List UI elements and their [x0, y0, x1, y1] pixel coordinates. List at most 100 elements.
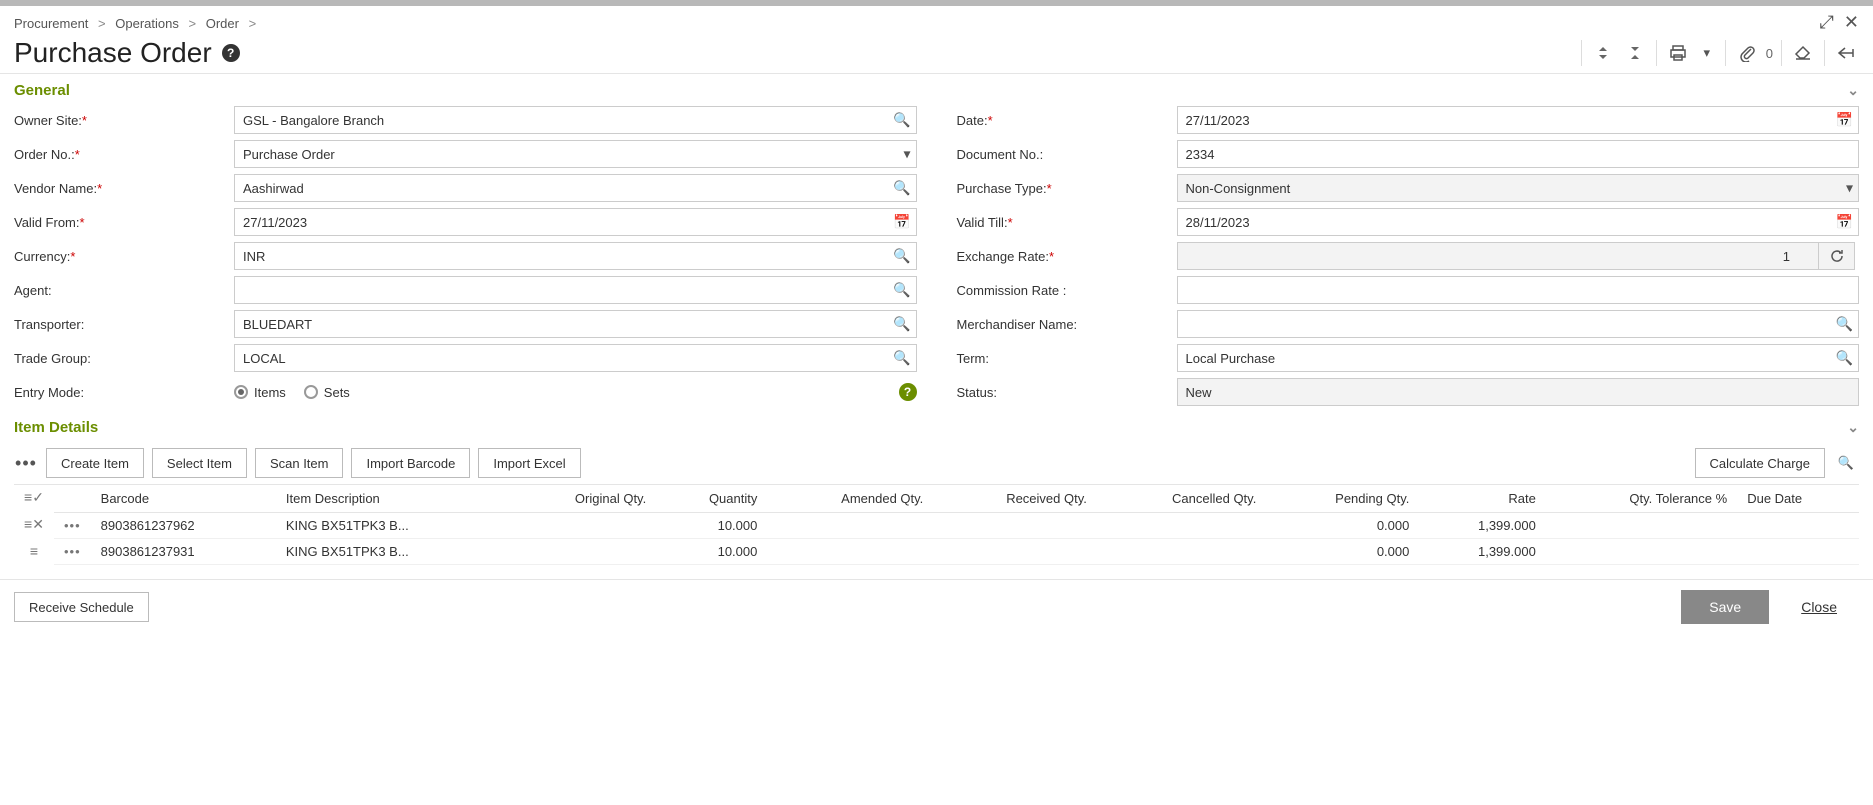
cell-tolerance [1546, 513, 1737, 539]
breadcrumb: Procurement > Operations > Order > [14, 14, 1859, 37]
cell-pending: 0.000 [1266, 539, 1419, 565]
filter-icon[interactable]: ≡✓ [24, 489, 44, 506]
cell-rate: 1,399.000 [1419, 539, 1545, 565]
row-menu-icon[interactable]: ••• [64, 518, 81, 533]
vendor-name-input[interactable] [234, 174, 917, 202]
currency-input[interactable] [234, 242, 917, 270]
help-icon[interactable]: ? [899, 383, 917, 401]
section-title: Item Details [14, 419, 98, 436]
table-row[interactable]: •••8903861237931KING BX51TPK3 B...10.000… [54, 539, 1859, 565]
merchandiser-label: Merchandiser Name: [957, 317, 1078, 332]
valid-till-input[interactable] [1177, 208, 1860, 236]
receive-schedule-button[interactable]: Receive Schedule [14, 592, 149, 622]
row-menu-icon[interactable]: ••• [64, 544, 81, 559]
item-toolbar: ••• Create Item Select Item Scan Item Im… [14, 442, 1859, 484]
merchandiser-input[interactable] [1177, 310, 1860, 338]
collapse-down-icon[interactable] [1622, 40, 1648, 66]
currency-label: Currency: [14, 249, 70, 264]
print-dropdown-icon[interactable]: ▾ [1697, 40, 1717, 66]
cell-due [1737, 513, 1859, 539]
select-item-button[interactable]: Select Item [152, 448, 247, 478]
purchase-type-select[interactable] [1177, 174, 1860, 202]
col-quantity[interactable]: Quantity [656, 485, 767, 513]
col-tolerance[interactable]: Qty. Tolerance % [1546, 485, 1737, 513]
valid-till-label: Valid Till: [957, 215, 1008, 230]
close-button[interactable]: Close [1779, 590, 1859, 624]
col-rate[interactable]: Rate [1419, 485, 1545, 513]
footer: Receive Schedule Save Close [0, 579, 1873, 634]
col-received-qty[interactable]: Received Qty. [933, 485, 1097, 513]
col-cancelled-qty[interactable]: Cancelled Qty. [1097, 485, 1266, 513]
print-icon[interactable] [1665, 40, 1691, 66]
radio-label: Items [254, 385, 286, 400]
cell-received [933, 539, 1097, 565]
grid-search-icon[interactable]: 🔍 [1833, 450, 1859, 476]
expand-icon[interactable]: ⤢ [1820, 12, 1834, 33]
col-due-date[interactable]: Due Date [1737, 485, 1859, 513]
cell-original-qty [508, 539, 656, 565]
radio-icon [304, 385, 318, 399]
exchange-rate-label: Exchange Rate: [957, 249, 1050, 264]
cell-cancelled [1097, 513, 1266, 539]
exchange-rate-input [1177, 242, 1820, 270]
title-actions: ▾ 0 [1579, 40, 1859, 66]
col-item-desc[interactable]: Item Description [276, 485, 508, 513]
page-title-text: Purchase Order [14, 37, 212, 69]
status-label: Status: [957, 385, 997, 400]
entry-mode-sets-radio[interactable]: Sets [304, 385, 350, 400]
section-item-details-header: Item Details ⌄ [14, 411, 1859, 442]
col-original-qty[interactable]: Original Qty. [508, 485, 656, 513]
calculate-charge-button[interactable]: Calculate Charge [1695, 448, 1825, 478]
col-pending-qty[interactable]: Pending Qty. [1266, 485, 1419, 513]
commission-rate-input[interactable] [1177, 276, 1860, 304]
section-title: General [14, 82, 70, 99]
radio-icon [234, 385, 248, 399]
owner-site-label: Owner Site: [14, 113, 82, 128]
date-input[interactable] [1177, 106, 1860, 134]
create-item-button[interactable]: Create Item [46, 448, 144, 478]
entry-mode-label: Entry Mode: [14, 385, 84, 400]
document-no-label: Document No.: [957, 147, 1044, 162]
col-barcode[interactable]: Barcode [91, 485, 276, 513]
breadcrumb-item[interactable]: Procurement [14, 16, 88, 31]
vendor-name-label: Vendor Name: [14, 181, 97, 196]
cell-desc: KING BX51TPK3 B... [276, 513, 508, 539]
collapse-icon[interactable]: ⌄ [1847, 82, 1859, 99]
table-row[interactable]: •••8903861237962KING BX51TPK3 B...10.000… [54, 513, 1859, 539]
eraser-icon[interactable] [1790, 40, 1816, 66]
valid-from-input[interactable] [234, 208, 917, 236]
cell-amended [767, 539, 933, 565]
entry-mode-items-radio[interactable]: Items [234, 385, 286, 400]
collapse-up-icon[interactable] [1590, 40, 1616, 66]
attachment-icon[interactable] [1734, 40, 1760, 66]
col-amended-qty[interactable]: Amended Qty. [767, 485, 933, 513]
transporter-input[interactable] [234, 310, 917, 338]
close-page-icon[interactable]: ✕ [1844, 12, 1859, 33]
import-excel-button[interactable]: Import Excel [478, 448, 580, 478]
columns-icon[interactable]: ≡ [30, 543, 38, 559]
cell-desc: KING BX51TPK3 B... [276, 539, 508, 565]
save-button[interactable]: Save [1681, 590, 1769, 624]
agent-input[interactable] [234, 276, 917, 304]
valid-from-label: Valid From: [14, 215, 80, 230]
breadcrumb-item[interactable]: Operations [115, 16, 179, 31]
collapse-icon[interactable]: ⌄ [1847, 419, 1859, 436]
toolbar-menu-icon[interactable]: ••• [14, 453, 38, 474]
refresh-button[interactable] [1819, 242, 1855, 270]
cell-due [1737, 539, 1859, 565]
owner-site-input[interactable] [234, 106, 917, 134]
back-arrow-icon[interactable] [1833, 40, 1859, 66]
page-header: ⤢ ✕ Procurement > Operations > Order > P… [0, 6, 1873, 74]
document-no-input[interactable] [1177, 140, 1860, 168]
import-barcode-button[interactable]: Import Barcode [351, 448, 470, 478]
trade-group-input[interactable] [234, 344, 917, 372]
order-no-select[interactable] [234, 140, 917, 168]
cell-amended [767, 513, 933, 539]
attachment-count: 0 [1766, 46, 1773, 61]
breadcrumb-item[interactable]: Order [206, 16, 239, 31]
term-input[interactable] [1177, 344, 1860, 372]
help-icon[interactable]: ? [222, 44, 240, 62]
scan-item-button[interactable]: Scan Item [255, 448, 344, 478]
clear-filter-icon[interactable]: ≡✕ [24, 516, 44, 533]
commission-rate-label: Commission Rate : [957, 283, 1067, 298]
